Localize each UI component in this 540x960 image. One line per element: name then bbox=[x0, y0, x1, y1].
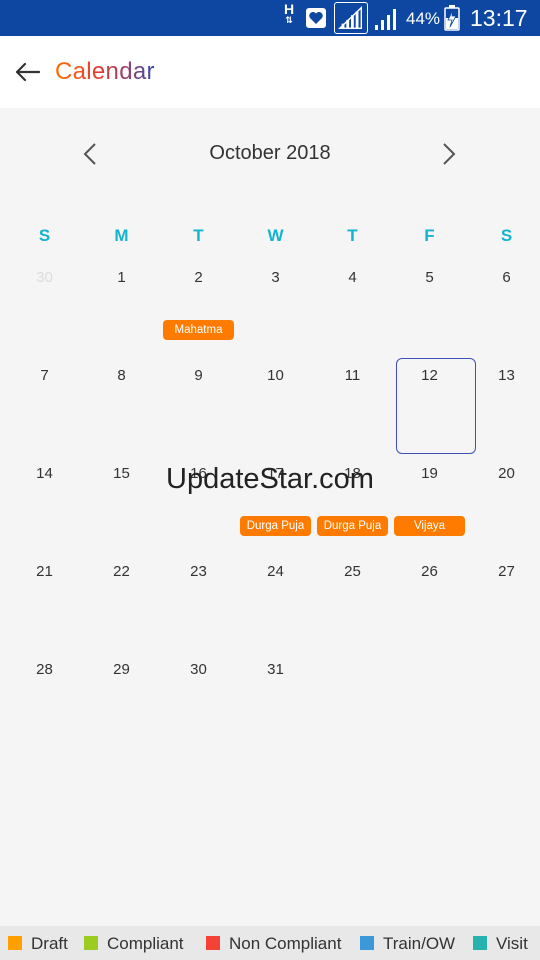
status-legend: Draft Compliant Non Compliant Train/OW Visit bbox=[0, 926, 540, 960]
app-bar: Calendar bbox=[0, 36, 540, 108]
day-number: 4 bbox=[348, 269, 357, 286]
signal-strength-sim2-icon bbox=[375, 9, 396, 30]
legend-color-swatch bbox=[84, 936, 98, 950]
day-number: 29 bbox=[113, 661, 130, 678]
day-number: 31 bbox=[267, 661, 284, 678]
calendar-day[interactable]: 12 bbox=[391, 358, 476, 454]
day-number: 1 bbox=[117, 269, 126, 286]
heart-app-icon bbox=[306, 8, 326, 28]
selected-day-highlight bbox=[396, 358, 476, 454]
calendar-day[interactable]: 9 bbox=[160, 358, 237, 454]
day-number: 5 bbox=[425, 269, 434, 286]
calendar-day[interactable]: 22 bbox=[83, 554, 160, 650]
calendar-day[interactable]: 23 bbox=[160, 554, 237, 650]
calendar-day[interactable]: 4 bbox=[314, 260, 391, 356]
calendar-day[interactable]: 29 bbox=[83, 652, 160, 748]
weekday-label: W bbox=[267, 226, 284, 245]
calendar-day[interactable]: 6 bbox=[468, 260, 540, 356]
next-month-chevron-icon[interactable] bbox=[434, 140, 464, 168]
day-number: 10 bbox=[267, 367, 284, 384]
day-number: 27 bbox=[498, 563, 515, 580]
day-number: 2 bbox=[194, 269, 203, 286]
legend-label: Visit bbox=[496, 934, 528, 953]
day-number: 8 bbox=[117, 367, 126, 384]
event-chip[interactable]: Mahatma bbox=[163, 320, 234, 340]
day-number: 30 bbox=[36, 269, 53, 286]
day-number: 3 bbox=[271, 269, 280, 286]
data-arrows-icon: ⇅ bbox=[285, 15, 293, 25]
legend-color-swatch bbox=[360, 936, 374, 950]
weekday-label: T bbox=[347, 226, 358, 245]
watermark-text: UpdateStar.com bbox=[166, 463, 374, 495]
legend-label: Draft bbox=[31, 934, 68, 953]
calendar-day[interactable]: 8 bbox=[83, 358, 160, 454]
legend-color-swatch bbox=[8, 936, 22, 950]
day-number: 25 bbox=[344, 563, 361, 580]
calendar-day[interactable]: 2 bbox=[160, 260, 237, 356]
calendar-day[interactable]: 10 bbox=[237, 358, 314, 454]
previous-month-chevron-icon[interactable] bbox=[76, 140, 106, 168]
calendar-day[interactable]: 30 bbox=[160, 652, 237, 748]
calendar-day[interactable]: 7 bbox=[6, 358, 83, 454]
weekday-label: F bbox=[424, 226, 435, 245]
day-number: 24 bbox=[267, 563, 284, 580]
network-type-indicator: H ⇅ bbox=[281, 2, 297, 25]
calendar-day[interactable]: 21 bbox=[6, 554, 83, 650]
day-number: 22 bbox=[113, 563, 130, 580]
day-number: 6 bbox=[502, 269, 511, 286]
arrow-left-icon[interactable] bbox=[10, 56, 46, 88]
calendar-day[interactable]: 25 bbox=[314, 554, 391, 650]
day-number: 23 bbox=[190, 563, 207, 580]
event-chip[interactable]: Durga Puja bbox=[317, 516, 388, 536]
day-number: 13 bbox=[498, 367, 515, 384]
battery-percent: 44% bbox=[406, 9, 441, 28]
calendar-day[interactable]: 28 bbox=[6, 652, 83, 748]
battery-charging-icon bbox=[444, 5, 460, 31]
calendar-day[interactable]: 24 bbox=[237, 554, 314, 650]
legend-label: Compliant bbox=[107, 934, 184, 953]
calendar-day[interactable]: 11 bbox=[314, 358, 391, 454]
calendar-day[interactable]: 31 bbox=[237, 652, 314, 748]
clock-time: 13:17 bbox=[470, 5, 528, 31]
calendar-day[interactable]: 3 bbox=[237, 260, 314, 356]
weekday-label: M bbox=[114, 226, 129, 245]
weekday-label: S bbox=[38, 226, 51, 245]
calendar-day[interactable]: 27 bbox=[468, 554, 540, 650]
day-number: 26 bbox=[421, 563, 438, 580]
month-label: October 2018 bbox=[209, 142, 331, 164]
weekday-label: S bbox=[500, 226, 513, 245]
calendar-day[interactable]: 26 bbox=[391, 554, 468, 650]
calendar-day-other-month[interactable]: 30 bbox=[6, 260, 83, 356]
day-number: 30 bbox=[190, 661, 207, 678]
legend-label: Non Compliant bbox=[229, 934, 342, 953]
day-number: 7 bbox=[40, 367, 49, 384]
day-number: 28 bbox=[36, 661, 53, 678]
day-number: 21 bbox=[36, 563, 53, 580]
signal-strength-sim1-icon bbox=[334, 2, 368, 34]
legend-label: Train/OW bbox=[383, 934, 456, 953]
legend-color-swatch bbox=[473, 936, 487, 950]
calendar-day[interactable]: 13 bbox=[468, 358, 540, 454]
event-chip[interactable]: Vijaya bbox=[394, 516, 465, 536]
status-bar: H ⇅ 44% 13:17 bbox=[0, 0, 540, 36]
day-number: 11 bbox=[344, 367, 361, 384]
day-number: 9 bbox=[194, 367, 203, 384]
page-title: Calendar bbox=[55, 58, 155, 85]
event-chip[interactable]: Durga Puja bbox=[240, 516, 311, 536]
weekday-label: T bbox=[193, 226, 204, 245]
calendar-day[interactable]: 1 bbox=[83, 260, 160, 356]
calendar-day[interactable]: 5 bbox=[391, 260, 468, 356]
legend-color-swatch bbox=[206, 936, 220, 950]
